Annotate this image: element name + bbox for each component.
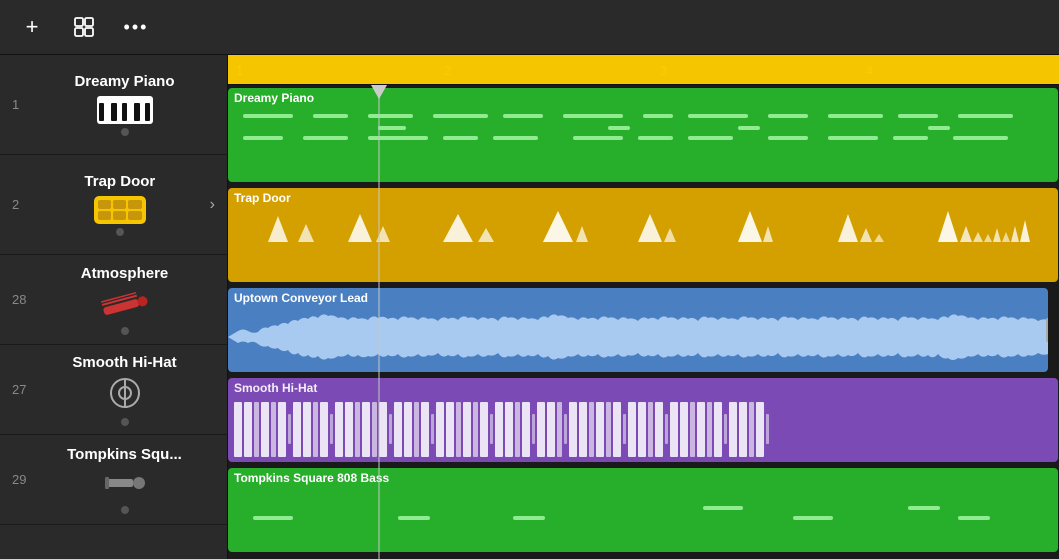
region-label-dreamy: Dreamy Piano bbox=[228, 88, 320, 108]
group-button[interactable] bbox=[68, 11, 100, 43]
track-name-1: Dreamy Piano bbox=[74, 73, 174, 90]
region-label-atmosphere: Uptown Conveyor Lead bbox=[228, 288, 374, 308]
track-icon-synth bbox=[97, 282, 152, 328]
timeline-area: 1 2 3 4 Dreamy Piano bbox=[228, 55, 1059, 559]
region-extend-atmosphere[interactable] bbox=[1046, 318, 1048, 342]
track-dot-27 bbox=[121, 418, 129, 426]
track-name-29: Tompkins Squ... bbox=[67, 446, 182, 463]
track-dot-1 bbox=[121, 128, 129, 136]
region-row-1: Dreamy Piano bbox=[228, 85, 1059, 185]
track-header-28[interactable]: 28 Atmosphere bbox=[0, 255, 227, 345]
region-row-28: Uptown Conveyor Lead // Will be rendered… bbox=[228, 285, 1059, 375]
track-name-27: Smooth Hi-Hat bbox=[72, 354, 176, 371]
track-num-27: 27 bbox=[12, 382, 34, 397]
region-row-2: Trap Door bbox=[228, 185, 1059, 285]
track-dot-28 bbox=[121, 327, 129, 335]
region-label-tompkins: Tompkins Square 808 Bass bbox=[228, 468, 395, 488]
track-header-29[interactable]: 29 Tompkins Squ... bbox=[0, 435, 227, 525]
track-icon-piano bbox=[97, 96, 153, 124]
region-label-hihat: Smooth Hi-Hat bbox=[228, 378, 323, 398]
track-name-28: Atmosphere bbox=[81, 265, 169, 282]
track-info-2: Trap Door bbox=[34, 165, 206, 244]
track-icon-bass bbox=[103, 469, 147, 502]
region-dreamy-piano[interactable]: Dreamy Piano bbox=[228, 88, 1058, 182]
track-header-27[interactable]: 27 Smooth Hi-Hat bbox=[0, 345, 227, 435]
region-row-29: Tompkins Square 808 Bass bbox=[228, 465, 1059, 555]
track-num-2: 2 bbox=[12, 197, 34, 212]
track-header-2[interactable]: 2 Trap Door › bbox=[0, 155, 227, 255]
more-button[interactable]: ••• bbox=[120, 11, 152, 43]
track-info-28: Atmosphere bbox=[34, 257, 215, 343]
toolbar: + ••• bbox=[0, 0, 1059, 55]
region-hihat[interactable]: Smooth Hi-Hat bbox=[228, 378, 1058, 462]
track-num-1: 1 bbox=[12, 97, 34, 112]
track-arrow-2[interactable]: › bbox=[210, 196, 215, 214]
region-trap-door[interactable]: Trap Door bbox=[228, 188, 1058, 282]
track-name-2: Trap Door bbox=[84, 173, 155, 190]
track-header-1[interactable]: 1 Dreamy Piano bbox=[0, 55, 227, 155]
track-num-28: 28 bbox=[12, 292, 34, 307]
track-dot-29 bbox=[121, 506, 129, 514]
track-info-27: Smooth Hi-Hat bbox=[34, 346, 215, 434]
region-row-27: Smooth Hi-Hat bbox=[228, 375, 1059, 465]
region-tompkins[interactable]: Tompkins Square 808 Bass bbox=[228, 468, 1058, 552]
track-info-29: Tompkins Squ... bbox=[34, 438, 215, 522]
ruler: 1 2 3 4 bbox=[228, 55, 1059, 85]
regions-container: Dreamy Piano bbox=[228, 85, 1059, 559]
track-icon-hihat bbox=[103, 377, 147, 414]
track-icon-drum bbox=[94, 196, 146, 224]
tracks-panel: 1 Dreamy Piano bbox=[0, 55, 228, 559]
track-num-29: 29 bbox=[12, 472, 34, 487]
region-label-trap: Trap Door bbox=[228, 188, 297, 208]
track-dot-2 bbox=[116, 228, 124, 236]
track-info-1: Dreamy Piano bbox=[34, 65, 215, 144]
main-content: 1 Dreamy Piano bbox=[0, 55, 1059, 559]
add-button[interactable]: + bbox=[16, 11, 48, 43]
region-atmosphere[interactable]: Uptown Conveyor Lead // Will be rendered… bbox=[228, 288, 1048, 372]
